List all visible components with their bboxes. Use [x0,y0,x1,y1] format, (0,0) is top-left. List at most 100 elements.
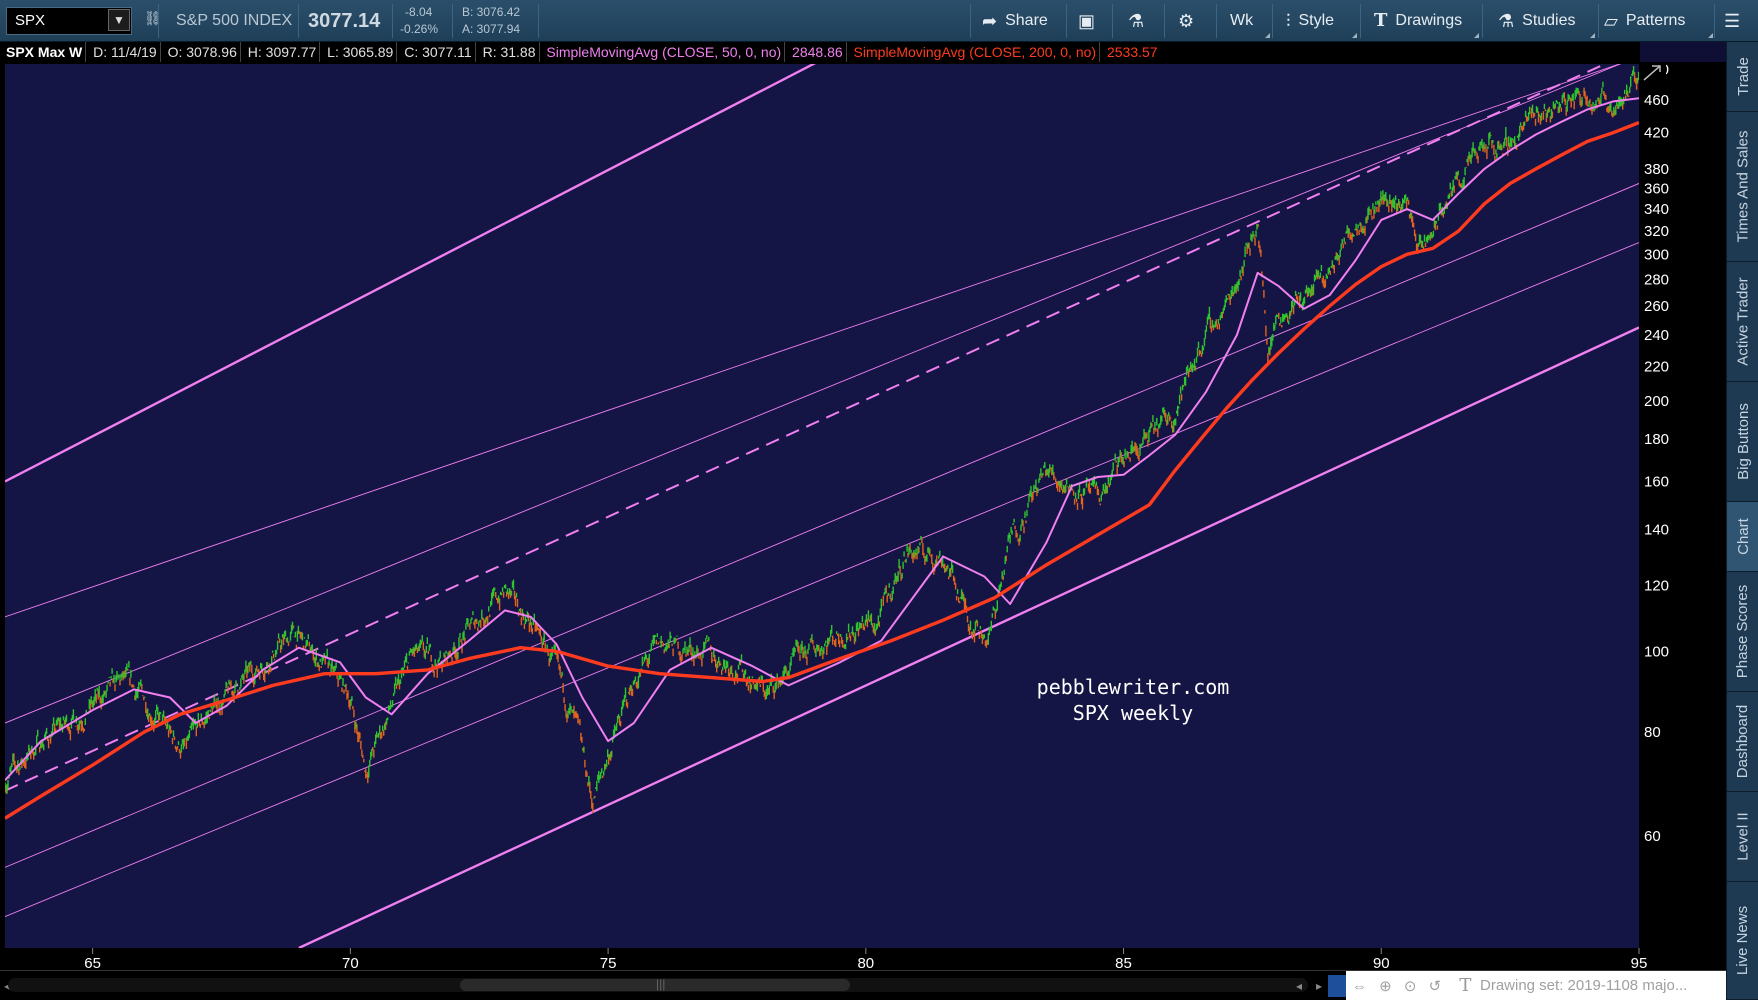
side-tab-trade[interactable]: Trade [1727,42,1758,112]
symbol-dropdown-icon[interactable]: ▼ [108,9,130,31]
y-tick-label: 380 [1644,161,1669,178]
chart-annotation-line-2: SPX weekly [1073,701,1193,725]
side-tab-label: Big Buttons [1734,403,1752,480]
hamburger-menu-icon: ☰ [1724,11,1741,31]
side-tab-live-news[interactable]: Live News [1727,882,1758,1000]
side-tab-label: Active Trader [1734,277,1752,366]
flask-icon: ⚗ [1128,11,1145,31]
reset-icon[interactable]: ↺ [1429,978,1442,995]
menu-button[interactable]: ☰ [1724,0,1740,42]
studies-button[interactable]: ⚗ Studies [1498,0,1576,42]
pattern-icon: ▱ [1604,11,1618,31]
scroll-end-button[interactable] [1328,975,1346,997]
zoom-icon[interactable]: ⊙ [1404,978,1417,995]
drawing-set-label: Drawing set: 2019-1108 majo... [1480,977,1688,994]
y-tick-label: 320 [1644,223,1669,240]
side-tab-label: Live News [1734,905,1752,976]
x-tick-label: 95 [1631,955,1648,970]
percent-change: -0.26% [400,22,439,36]
drawings-button[interactable]: T Drawings [1374,0,1462,42]
price-chart[interactable]: 60 80 100 120 140 160 180 200 220 240 260 280 300 320… [0,62,1726,970]
bar-high: H: 3097.77 [247,44,317,60]
last-price: 3077.14 [308,10,381,32]
calendar-dollar-icon: ▣ [1078,11,1096,31]
side-tab-dashboard[interactable]: Dashboard [1727,692,1758,792]
bar-open: O: 3078.96 [167,44,237,60]
flask-button[interactable]: ⚗ [1128,0,1144,42]
scroll-grip-icon[interactable]: ||| [656,977,665,991]
side-tab-label: Times And Sales [1734,130,1752,243]
chart-annotation-line-1: pebblewriter.com [1037,675,1230,699]
y-tick-label: 460 [1644,92,1669,109]
y-tick-label: 120 [1644,577,1669,594]
settings-button[interactable]: ⚙ [1178,0,1194,42]
bottom-bar: ◂ ||| ◂ ▸ ⇔ ⊕ ⊙ ↺ T Drawing set: 2019-11… [0,970,1726,1000]
y-tick-label: 240 [1644,327,1669,344]
side-tab-label: Trade [1734,57,1752,96]
crosshair-icon[interactable]: ⊕ [1379,978,1392,995]
y-tick-label: 260 [1644,298,1669,315]
sma200-value: 2533.57 [1106,44,1158,60]
side-tab-times-and-sales[interactable]: Times And Sales [1727,112,1758,262]
y-tick-label: 220 [1644,358,1669,375]
x-tick-label: 75 [600,955,617,970]
x-tick-label: 80 [857,955,874,970]
y-tick-label: 180 [1644,431,1669,448]
text-tool-icon: T [1374,10,1388,31]
bar-low: L: 3065.89 [327,44,394,60]
chart-settings-button[interactable]: ▣ [1078,0,1095,42]
top-toolbar: SPX ▼ ⛓ S&P 500 INDEX 3077.14 -8.04 -0.2… [0,0,1758,42]
side-tab-active-trader[interactable]: Active Trader [1727,262,1758,382]
side-tab-big-buttons[interactable]: Big Buttons [1727,382,1758,502]
y-tick-label: 60 [1644,828,1661,845]
side-tab-panel: Trade Times And Sales Active Trader Big But… [1726,42,1758,1000]
side-tab-level-ii[interactable]: Level II [1727,792,1758,882]
style-button[interactable]: ⫶ Style [1286,0,1334,42]
drawing-set-panel[interactable]: ⇔ ⊕ ⊙ ↺ T Drawing set: 2019-1108 majo... [1346,971,1726,1000]
x-tick-label: 90 [1373,955,1390,970]
x-tick-label: 70 [342,955,359,970]
y-tick-label: 80 [1644,724,1661,741]
y-tick-label: 340 [1644,201,1669,218]
sma50-label[interactable]: SimpleMovingAvg (CLOSE, 50, 0, no) [543,42,784,62]
y-tick-label: 160 [1644,474,1669,491]
trading-app: SPX ▼ ⛓ S&P 500 INDEX 3077.14 -8.04 -0.2… [0,0,1758,1000]
index-name: S&P 500 INDEX [176,12,293,29]
study-header: SPX Max W D: 11/4/19 O: 3078.96 H: 3097.… [0,42,1640,62]
sma50-value: 2848.86 [792,44,843,60]
bar-date: D: 11/4/19 [93,44,157,60]
link-icon[interactable]: ⛓ [144,10,162,32]
x-tick-label: 65 [84,955,101,970]
y-tick-label: 300 [1644,246,1669,263]
side-tab-label: Phase Scores [1734,584,1752,679]
y-tick-label: 360 [1644,180,1669,197]
x-tick-label: 85 [1115,955,1132,970]
side-tab-label: Dashboard [1734,704,1752,779]
text-tool-icon[interactable]: T [1459,975,1471,996]
y-tick-label: 200 [1644,393,1669,410]
gear-icon: ⚙ [1178,11,1195,31]
scroll-thumb[interactable] [460,979,850,991]
share-icon: ➦ [982,11,998,31]
aggregation-selector[interactable]: Wk [1230,0,1253,42]
side-tab-label: Chart [1734,518,1752,555]
flask-icon: ⚗ [1498,11,1515,31]
y-tick-label: 140 [1644,522,1669,539]
bid-price: B: 3076.42 [462,5,521,19]
y-tick-label: 420 [1644,125,1669,142]
sma200-label[interactable]: SimpleMovingAvg (CLOSE, 200, 0, no) [851,42,1100,62]
candlestick-icon: ⫶ [1286,11,1291,31]
scroll-prev-icon[interactable]: ◂ [1296,979,1302,993]
y-tick-label: 280 [1644,271,1669,288]
side-tab-phase-scores[interactable]: Phase Scores [1727,572,1758,692]
net-change: -8.04 [405,5,433,19]
patterns-button[interactable]: ▱ Patterns [1604,0,1685,42]
share-button[interactable]: ➦ Share [982,0,1048,42]
chart-expand-icon[interactable] [1640,62,1666,84]
y-tick-label: 100 [1644,643,1669,660]
scroll-arrows-icon[interactable]: ⇔ [1352,978,1367,995]
chart-name: SPX Max W [6,44,83,60]
ask-price: A: 3077.94 [462,22,521,36]
scroll-next-icon[interactable]: ▸ [1316,979,1322,993]
side-tab-chart[interactable]: Chart [1727,502,1758,572]
